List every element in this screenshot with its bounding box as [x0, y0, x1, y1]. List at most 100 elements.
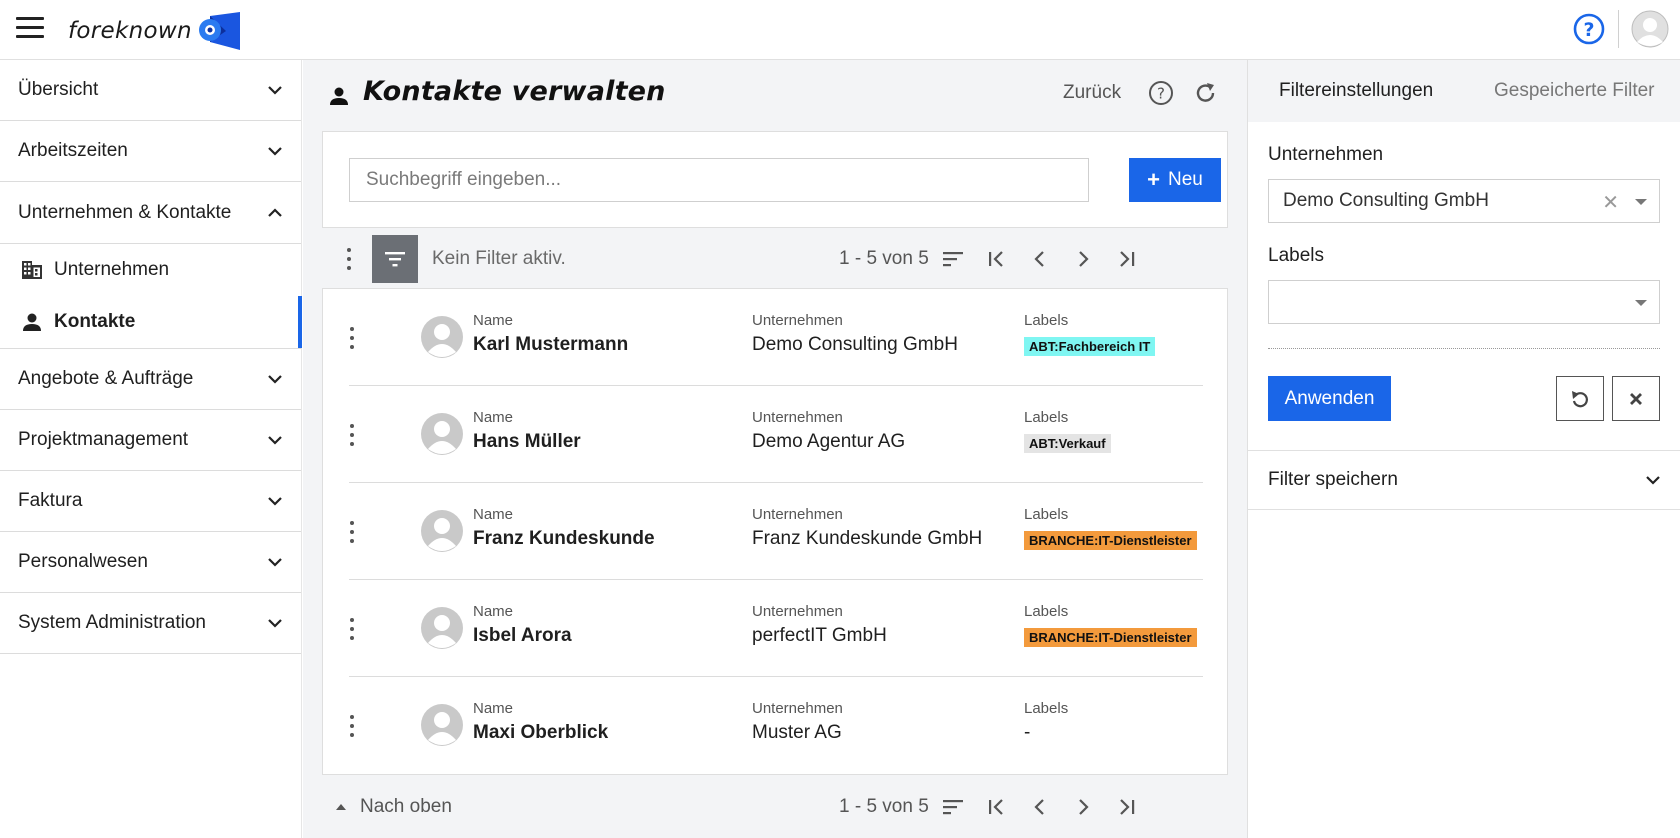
contact-row[interactable]: Name Franz Kundeskunde Unternehmen Franz…: [349, 483, 1203, 580]
sidebar-group-personalwesen[interactable]: Personalwesen: [0, 532, 301, 593]
help-icon[interactable]: ?: [1573, 13, 1605, 45]
sidebar-group-label: System Administration: [18, 612, 206, 633]
chevron-down-icon: [268, 558, 282, 567]
sidebar-group-unternehmen-kontakte[interactable]: Unternehmen & Kontakte: [0, 182, 301, 243]
sort-icon[interactable]: [942, 796, 964, 818]
caret-down-icon: [1635, 300, 1647, 306]
previous-page-icon[interactable]: [1029, 796, 1051, 818]
app-logo[interactable]: foreknown: [68, 12, 242, 50]
contact-name[interactable]: Hans Müller: [473, 431, 581, 453]
back-to-top-link[interactable]: Nach oben: [336, 796, 452, 818]
filter-tabs: Filtereinstellungen Gespeicherte Filter: [1248, 60, 1680, 122]
sidebar-group-angebote[interactable]: Angebote & Aufträge: [0, 349, 301, 410]
labels-label: Labels: [1024, 603, 1069, 620]
list-toolbar: Kein Filter aktiv. 1 - 5 von 5: [322, 232, 1228, 284]
row-menu-icon[interactable]: [349, 618, 355, 640]
sidebar-group-faktura[interactable]: Faktura: [0, 471, 301, 532]
filter-divider: [1268, 348, 1660, 349]
tab-saved-filters[interactable]: Gespeicherte Filter: [1494, 80, 1655, 102]
next-page-icon[interactable]: [1072, 796, 1094, 818]
contact-name[interactable]: Maxi Oberblick: [473, 722, 608, 744]
company-filter-label: Unternehmen: [1268, 144, 1384, 165]
contact-name[interactable]: Karl Mustermann: [473, 334, 628, 356]
name-label: Name: [473, 312, 514, 329]
logo-text: foreknown: [68, 18, 192, 44]
svg-text:?: ?: [1583, 19, 1594, 41]
sidebar-group-label: Angebote & Aufträge: [18, 368, 194, 389]
sidebar-group-uebersicht[interactable]: Übersicht: [0, 60, 301, 121]
name-label: Name: [473, 603, 514, 620]
person-icon: [23, 313, 41, 331]
first-page-icon[interactable]: [986, 796, 1008, 818]
sidebar-item-label: Unternehmen: [54, 259, 170, 280]
sidebar-group-arbeitszeiten[interactable]: Arbeitszeiten: [0, 121, 301, 182]
sort-icon[interactable]: [942, 248, 964, 270]
row-menu-icon[interactable]: [349, 715, 355, 737]
new-button-label: Neu: [1168, 169, 1203, 190]
first-page-icon[interactable]: [986, 248, 1008, 270]
row-menu-icon[interactable]: [349, 327, 355, 349]
last-page-icon[interactable]: [1115, 796, 1137, 818]
contact-row[interactable]: Name Karl Mustermann Unternehmen Demo Co…: [349, 289, 1203, 386]
avatar-icon: [421, 413, 463, 455]
sidebar-group-system-administration[interactable]: System Administration: [0, 593, 301, 654]
menu-icon[interactable]: [16, 17, 44, 41]
sidebar: Übersicht Arbeitszeiten Unternehmen & Ko…: [0, 60, 302, 838]
label-empty: -: [1024, 722, 1031, 743]
search-input[interactable]: [349, 158, 1089, 202]
avatar-icon: [421, 607, 463, 649]
refresh-icon[interactable]: [1193, 80, 1219, 106]
sidebar-group-label: Personalwesen: [18, 551, 148, 572]
reset-filter-button[interactable]: [1556, 376, 1604, 421]
sidebar-item-unternehmen[interactable]: Unternehmen: [0, 244, 301, 296]
contact-row[interactable]: Name Isbel Arora Unternehmen perfectIT G…: [349, 580, 1203, 677]
sidebar-group-label: Arbeitszeiten: [18, 140, 128, 161]
chevron-down-icon: [268, 86, 282, 95]
chevron-down-icon: [268, 147, 282, 156]
help-icon[interactable]: ?: [1148, 80, 1174, 106]
top-bar: foreknown ?: [0, 0, 1680, 60]
chevron-down-icon: [268, 375, 282, 384]
contact-row[interactable]: Name Maxi Oberblick Unternehmen Muster A…: [349, 677, 1203, 774]
close-filter-button[interactable]: [1612, 376, 1660, 421]
contact-name[interactable]: Franz Kundeskunde: [473, 528, 655, 550]
company-label: Unternehmen: [752, 409, 843, 426]
avatar-icon: [421, 704, 463, 746]
filter-status: Kein Filter aktiv.: [432, 248, 566, 269]
label-badge: ABT:Verkauf: [1024, 434, 1111, 453]
contact-company: Demo Agentur AG: [752, 431, 906, 452]
name-label: Name: [473, 506, 514, 523]
new-contact-button[interactable]: + Neu: [1129, 158, 1221, 202]
filter-icon: [385, 252, 405, 267]
contact-company: perfectIT GmbH: [752, 625, 887, 646]
sidebar-item-kontakte[interactable]: Kontakte: [0, 296, 302, 348]
sidebar-group-label: Unternehmen & Kontakte: [18, 201, 232, 223]
labels-filter-label: Labels: [1268, 245, 1324, 266]
apply-filter-button[interactable]: Anwenden: [1268, 376, 1391, 421]
previous-page-icon[interactable]: [1029, 248, 1051, 270]
caret-up-icon: [336, 804, 346, 810]
row-menu-icon[interactable]: [349, 521, 355, 543]
sidebar-group-projektmanagement[interactable]: Projektmanagement: [0, 410, 301, 471]
company-filter-select[interactable]: Demo Consulting GmbH ✕: [1268, 179, 1660, 223]
tab-filter-settings[interactable]: Filtereinstellungen: [1279, 80, 1433, 102]
chevron-up-icon: [268, 207, 282, 217]
name-label: Name: [473, 409, 514, 426]
user-avatar-icon[interactable]: [1631, 10, 1669, 48]
labels-filter-select[interactable]: [1268, 280, 1660, 324]
save-filter-section[interactable]: Filter speichern: [1248, 450, 1680, 510]
contact-company: Franz Kundeskunde GmbH: [752, 528, 983, 549]
label-badge: ABT:Fachbereich IT: [1024, 337, 1156, 356]
pagination-info: 1 - 5 von 5: [839, 248, 929, 269]
contact-name[interactable]: Isbel Arora: [473, 625, 572, 647]
sidebar-item-label: Kontakte: [54, 311, 136, 332]
row-menu-icon[interactable]: [349, 424, 355, 446]
chevron-down-icon: [268, 497, 282, 506]
last-page-icon[interactable]: [1115, 248, 1137, 270]
clear-icon[interactable]: ✕: [1602, 190, 1619, 215]
filter-toggle-button[interactable]: [372, 235, 418, 283]
next-page-icon[interactable]: [1072, 248, 1094, 270]
contact-row[interactable]: Name Hans Müller Unternehmen Demo Agentu…: [349, 386, 1203, 483]
back-link[interactable]: Zurück: [1063, 82, 1121, 104]
more-options-icon[interactable]: [346, 248, 352, 270]
